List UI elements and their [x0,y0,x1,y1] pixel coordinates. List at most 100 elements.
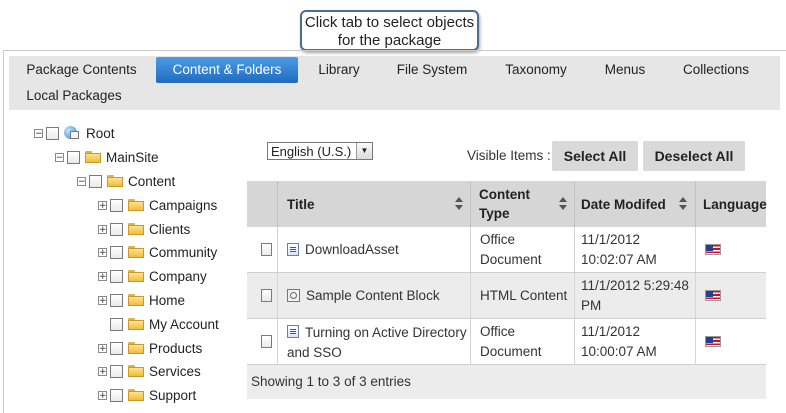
row-checkbox[interactable] [261,289,272,302]
tree-node-community[interactable]: + Community [98,242,217,262]
folder-icon [128,246,144,258]
tree-checkbox[interactable] [110,388,123,402]
folder-icon [128,223,144,235]
folder-icon [128,318,144,330]
column-header-language[interactable]: Language [703,181,767,227]
row-date-modified: 11/1/2012 10:02:07 AM [581,231,657,267]
folder-icon [85,151,101,163]
tree-checkbox[interactable] [110,222,123,236]
expand-icon[interactable]: + [98,366,107,376]
tree-label[interactable]: Home [149,293,185,308]
row-checkbox[interactable] [261,243,272,256]
sort-icon[interactable] [679,197,687,211]
select-all-button[interactable]: Select All [552,141,638,171]
expand-icon[interactable]: + [98,224,107,234]
folder-icon [128,389,144,401]
collapse-icon[interactable]: − [55,152,64,162]
row-date-modified: 11/1/2012 10:00:07 AM [581,323,657,359]
us-flag-icon [705,336,721,347]
table-row[interactable]: Turning on Active Directory and SSO Offi… [247,319,766,365]
expand-icon[interactable]: + [98,271,107,281]
tree-label[interactable]: Root [86,126,115,141]
tree-node-clients[interactable]: + Clients [98,219,190,239]
tree-checkbox[interactable] [110,293,123,307]
tree-node-campaigns[interactable]: + Campaigns [98,195,217,215]
visible-items-label: Visible Items : [467,148,551,163]
tree-label[interactable]: Campaigns [149,198,217,213]
content-table: Title Content Type Date Modifed Language… [247,181,767,399]
table-footer-info: Showing 1 to 3 of 3 entries [247,365,766,399]
tab-library[interactable]: Library [303,57,375,83]
sort-icon[interactable] [559,197,567,211]
sort-icon[interactable] [455,197,463,211]
tree-label[interactable]: MainSite [106,150,159,165]
tree-label[interactable]: Company [149,269,207,284]
tree-label[interactable]: Clients [149,222,190,237]
tree-label[interactable]: Services [149,364,201,379]
expand-icon[interactable]: + [98,390,107,400]
tree-node-content[interactable]: − Content [77,171,175,191]
tree-label[interactable]: Community [149,245,217,260]
tab-content-folders[interactable]: Content & Folders [156,57,298,83]
tree-checkbox[interactable] [110,317,123,331]
row-title[interactable]: Turning on Active Directory and SSO [287,325,467,360]
row-title[interactable]: DownloadAsset [305,240,399,260]
tree-checkbox[interactable] [89,174,102,188]
tab-local-packages[interactable]: Local Packages [9,83,139,109]
row-content-type: Office Document [480,231,542,267]
row-checkbox[interactable] [261,335,272,348]
column-header-title[interactable]: Title [287,181,469,227]
tree-checkbox[interactable] [46,126,59,140]
tree-label[interactable]: Content [128,174,175,189]
table-header: Title Content Type Date Modifed Language [247,181,767,227]
collapse-icon[interactable]: − [77,176,86,186]
dropdown-arrow-icon[interactable]: ▼ [356,143,372,159]
column-header-content-type[interactable]: Content Type [479,181,573,227]
tree-node-services[interactable]: + Services [98,361,201,381]
tree-node-my-account[interactable]: My Account [98,314,219,334]
folder-icon [107,175,123,187]
language-select[interactable]: English (U.S.) ▼ [267,142,373,160]
expand-icon[interactable]: + [98,247,107,257]
instruction-callout: Click tab to select objects for the pack… [300,10,479,51]
tab-file-system[interactable]: File System [385,57,479,83]
tab-collections[interactable]: Collections [672,57,760,83]
folder-icon [128,294,144,306]
tree-checkbox[interactable] [67,150,80,164]
expand-icon[interactable]: + [98,343,107,353]
tab-menus[interactable]: Menus [592,57,658,83]
tree-node-root[interactable]: − Root [34,123,115,143]
tree-checkbox[interactable] [110,245,123,259]
callout-line-2: for the package [337,32,442,49]
deselect-all-button[interactable]: Deselect All [643,141,745,171]
tree-label[interactable]: My Account [149,317,219,332]
row-content-type: Office Document [480,323,542,359]
tree-label[interactable]: Support [149,388,196,403]
tree-checkbox[interactable] [110,341,123,355]
tab-package-contents[interactable]: Package Contents [9,57,154,83]
tree-node-products[interactable]: + Products [98,338,202,358]
table-row[interactable]: Sample Content Block HTML Content 11/1/2… [247,273,766,319]
column-header-date-modified[interactable]: Date Modifed [581,181,693,227]
language-select-value: English (U.S.) [271,144,352,159]
tree-node-company[interactable]: + Company [98,266,207,286]
collapse-icon[interactable]: − [34,128,43,138]
row-content-type: HTML Content [480,287,568,303]
tree-checkbox[interactable] [110,269,123,283]
folder-icon [128,270,144,282]
tab-taxonomy[interactable]: Taxonomy [493,57,579,83]
expand-icon[interactable]: + [98,200,107,210]
tree-node-mainsite[interactable]: − MainSite [55,147,159,167]
table-row[interactable]: DownloadAsset Office Document 11/1/2012 … [247,227,766,273]
tree-label[interactable]: Products [149,341,202,356]
us-flag-icon [705,244,721,255]
folder-icon [128,199,144,211]
tree-node-home[interactable]: + Home [98,290,185,310]
tree-checkbox[interactable] [110,364,123,378]
us-flag-icon [705,290,721,301]
tree-checkbox[interactable] [110,198,123,212]
tree-node-support[interactable]: + Support [98,385,196,405]
expand-icon[interactable]: + [98,295,107,305]
row-title[interactable]: Sample Content Block [306,286,440,306]
